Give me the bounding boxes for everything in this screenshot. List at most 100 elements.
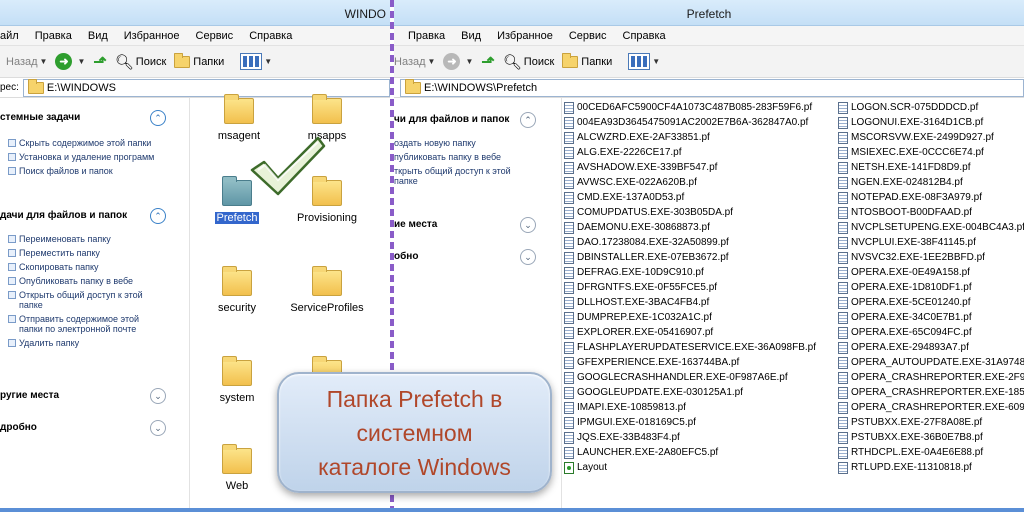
file-row[interactable]: DAO.17238084.EXE-32A50899.pf <box>564 235 816 250</box>
task-add-remove-programs[interactable]: Установка и удаление программ <box>8 152 183 162</box>
file-row[interactable]: OPERA.EXE-0E49A158.pf <box>838 265 1024 280</box>
file-row[interactable]: NGEN.EXE-024812B4.pf <box>838 175 1024 190</box>
file-row[interactable]: NETSH.EXE-141FD8D9.pf <box>838 160 1024 175</box>
file-row[interactable]: IMAPI.EXE-10859813.pf <box>564 400 816 415</box>
chevron-down-icon[interactable]: ▼ <box>652 57 660 66</box>
menu-favorites[interactable]: Избранное <box>116 30 188 42</box>
file-row[interactable]: OPERA.EXE-65C094FC.pf <box>838 325 1024 340</box>
file-row[interactable]: COMUPDATUS.EXE-303B05DA.pf <box>564 205 816 220</box>
task-copy-folder[interactable]: Скопировать папку <box>8 262 183 272</box>
file-row[interactable]: IPMGUI.EXE-018169C5.pf <box>564 415 816 430</box>
file-row[interactable]: DAEMONU.EXE-30868873.pf <box>564 220 816 235</box>
file-row[interactable]: AVWSC.EXE-022A620B.pf <box>564 175 816 190</box>
collapse-chevron-icon[interactable]: ⌃ <box>150 208 166 224</box>
file-row[interactable]: RTHDCPL.EXE-0A4E6E88.pf <box>838 445 1024 460</box>
file-row[interactable]: OPERA.EXE-5CE01240.pf <box>838 295 1024 310</box>
file-row[interactable]: NTOSBOOT-B00DFAAD.pf <box>838 205 1024 220</box>
menu-tools[interactable]: Сервис <box>188 30 242 42</box>
menu-view[interactable]: Вид <box>453 30 489 42</box>
menu-edit[interactable]: Правка <box>394 30 453 42</box>
file-row[interactable]: EXPLORER.EXE-05416907.pf <box>564 325 816 340</box>
file-row[interactable]: GOOGLECRASHHANDLER.EXE-0F987A6E.pf <box>564 370 816 385</box>
file-row[interactable]: AVSHADOW.EXE-339BF547.pf <box>564 160 816 175</box>
file-row[interactable]: GFEXPERIENCE.EXE-163744BA.pf <box>564 355 816 370</box>
file-row[interactable]: MSIEXEC.EXE-0CCC6E74.pf <box>838 145 1024 160</box>
up-folder-button[interactable]: ⬏ <box>93 52 106 72</box>
address-input[interactable]: E:\WINDOWS\Prefetch <box>400 78 1024 97</box>
file-row[interactable]: OPERA.EXE-34C0E7B1.pf <box>838 310 1024 325</box>
search-button[interactable]: 🔍︎ Поиск <box>115 53 167 71</box>
menu-favorites[interactable]: Избранное <box>489 30 561 42</box>
file-row[interactable]: 004EA93D3645475091AC2002E7B6A-362847A0.p… <box>564 115 816 130</box>
file-row[interactable]: PSTUBXX.EXE-36B0E7B8.pf <box>838 430 1024 445</box>
menu-edit[interactable]: Правка <box>27 30 80 42</box>
task-move-folder[interactable]: Переместить папку <box>8 248 183 258</box>
expand-chevron-icon[interactable]: ⌄ <box>520 217 536 233</box>
file-row[interactable]: NVSVC32.EXE-1EE2BBFD.pf <box>838 250 1024 265</box>
file-row[interactable]: LOGONUI.EXE-3164D1CB.pf <box>838 115 1024 130</box>
chevron-down-icon[interactable]: ▼ <box>264 57 272 66</box>
task-search-files[interactable]: Поиск файлов и папок <box>8 166 183 176</box>
forward-button[interactable]: ➜ ▼ <box>55 53 85 70</box>
file-row[interactable]: CMD.EXE-137A0D53.pf <box>564 190 816 205</box>
task-delete-folder[interactable]: Удалить папку <box>8 338 183 348</box>
task-email-folder[interactable]: Отправить содержимое этой папки по элект… <box>8 314 183 334</box>
file-row[interactable]: RTLUPD.EXE-11310818.pf <box>838 460 1024 475</box>
file-row[interactable]: ALCWZRD.EXE-2AF33851.pf <box>564 130 816 145</box>
file-row[interactable]: LAUNCHER.EXE-2A80EFC5.pf <box>564 445 816 460</box>
task-publish-folder[interactable]: Опубликовать папку в вебе <box>8 276 183 286</box>
collapse-chevron-icon[interactable]: ⌃ <box>520 112 536 128</box>
file-row[interactable]: NOTEPAD.EXE-08F3A979.pf <box>838 190 1024 205</box>
task-new-folder[interactable]: оздать новую папку <box>394 138 544 148</box>
file-row[interactable]: LOGON.SCR-075DDDCD.pf <box>838 100 1024 115</box>
file-row[interactable]: NVCPLSETUPENG.EXE-004BC4A3.pf <box>838 220 1024 235</box>
expand-chevron-icon[interactable]: ⌄ <box>150 388 166 404</box>
task-hide-contents[interactable]: Скрыть содержимое этой папки <box>8 138 183 148</box>
file-row[interactable]: DBINSTALLER.EXE-07EB3672.pf <box>564 250 816 265</box>
file-row[interactable]: NVCPLUI.EXE-38F41145.pf <box>838 235 1024 250</box>
menu-view[interactable]: Вид <box>80 30 116 42</box>
forward-button[interactable]: ➜ ▼ <box>443 53 473 70</box>
menu-tools[interactable]: Сервис <box>561 30 615 42</box>
folder-item[interactable]: ServiceProfiles <box>279 266 375 314</box>
folders-button[interactable]: Папки <box>174 52 224 68</box>
chevron-down-icon[interactable]: ▼ <box>40 57 48 66</box>
file-row[interactable]: OPERA_CRASHREPORTER.EXE-1854 <box>838 385 1024 400</box>
file-row[interactable]: ALG.EXE-2226CE17.pf <box>564 145 816 160</box>
views-button[interactable]: ▼ <box>628 53 660 70</box>
chevron-down-icon[interactable]: ▼ <box>465 57 473 66</box>
file-row[interactable]: DFRGNTFS.EXE-0F55FCE5.pf <box>564 280 816 295</box>
expand-chevron-icon[interactable]: ⌄ <box>520 249 536 265</box>
views-button[interactable]: ▼ <box>240 53 272 70</box>
task-rename-folder[interactable]: Переименовать папку <box>8 234 183 244</box>
task-share-folder[interactable]: Открыть общий доступ к этой папке <box>8 290 183 310</box>
file-row[interactable]: OPERA.EXE-1D810DF1.pf <box>838 280 1024 295</box>
menu-help[interactable]: Справка <box>615 30 674 42</box>
file-row[interactable]: OPERA.EXE-294893A7.pf <box>838 340 1024 355</box>
file-row[interactable]: OPERA_CRASHREPORTER.EXE-2F94 <box>838 370 1024 385</box>
back-button[interactable]: Назад ▼ <box>394 56 435 68</box>
up-folder-button[interactable]: ⬏ <box>481 52 494 72</box>
task-share-folder[interactable]: ткрыть общий доступ к этой папке <box>394 166 544 186</box>
file-row[interactable]: 00CED6AFC5900CF4A1073C487B085-283F59F6.p… <box>564 100 816 115</box>
collapse-chevron-icon[interactable]: ⌃ <box>150 110 166 126</box>
file-row[interactable]: DLLHOST.EXE-3BAC4FB4.pf <box>564 295 816 310</box>
menu-file[interactable]: айл <box>0 30 27 42</box>
file-row[interactable]: DEFRAG.EXE-10D9C910.pf <box>564 265 816 280</box>
file-row[interactable]: DUMPREP.EXE-1C032A1C.pf <box>564 310 816 325</box>
task-publish-folder[interactable]: публиковать папку в вебе <box>394 152 544 162</box>
chevron-down-icon[interactable]: ▼ <box>77 57 85 66</box>
file-row[interactable]: PSTUBXX.EXE-27F8A08E.pf <box>838 415 1024 430</box>
file-row[interactable]: JQS.EXE-33B483F4.pf <box>564 430 816 445</box>
chevron-down-icon[interactable]: ▼ <box>428 57 436 66</box>
folder-item[interactable]: security <box>189 266 285 314</box>
back-button[interactable]: Назад ▼ <box>6 56 47 68</box>
file-row[interactable]: GOOGLEUPDATE.EXE-030125A1.pf <box>564 385 816 400</box>
file-row[interactable]: FLASHPLAYERUPDATESERVICE.EXE-36A098FB.pf <box>564 340 816 355</box>
search-button[interactable]: 🔍︎ Поиск <box>503 53 555 71</box>
file-row[interactable]: MSCORSVW.EXE-2499D927.pf <box>838 130 1024 145</box>
file-row[interactable]: OPERA_CRASHREPORTER.EXE-6094 <box>838 400 1024 415</box>
folder-item[interactable]: Web <box>189 444 285 492</box>
folders-button[interactable]: Папки <box>562 52 612 68</box>
menu-help[interactable]: Справка <box>241 30 300 42</box>
